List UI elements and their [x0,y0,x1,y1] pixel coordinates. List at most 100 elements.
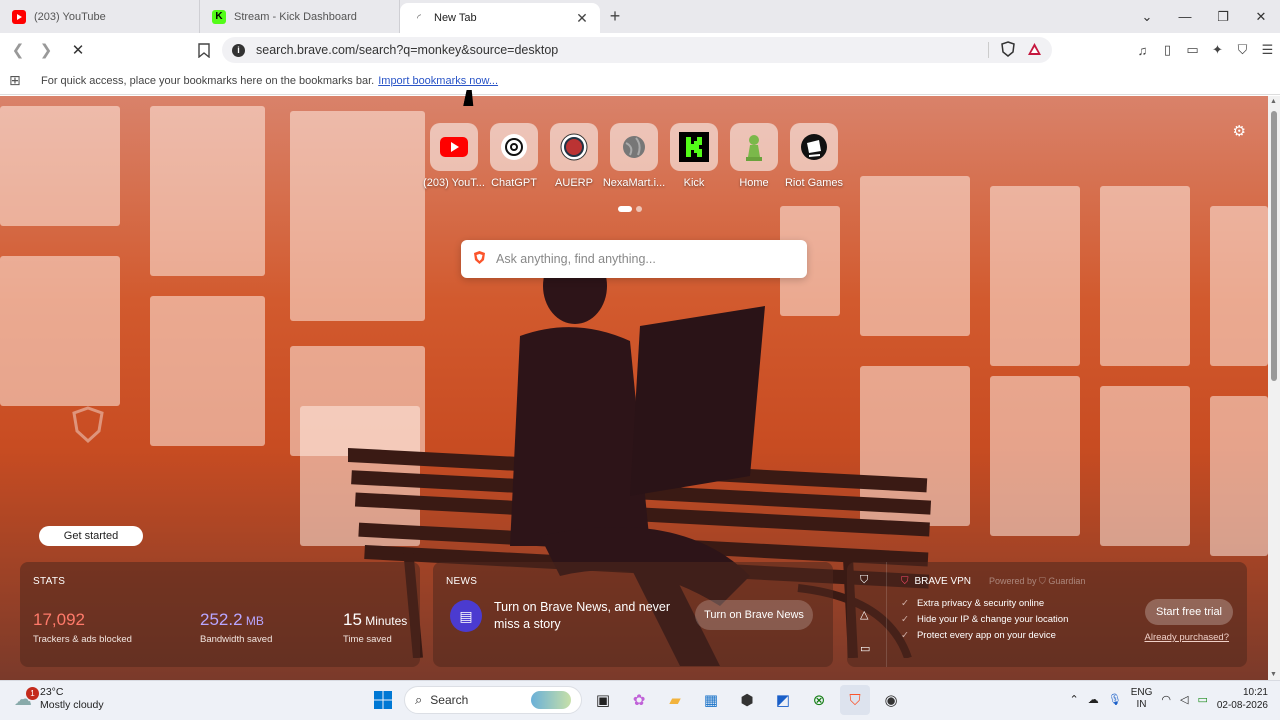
onedrive-icon[interactable]: ☁ [1088,693,1099,706]
rewards-tab-icon[interactable]: △ [860,608,868,621]
news-text: Turn on Brave News, and never miss a sto… [494,600,671,631]
address-url[interactable]: search.brave.com/search?q=monkey&source=… [256,43,988,57]
leo-ai-icon[interactable]: ✦ [1205,38,1230,63]
app-cube-icon[interactable]: ⬢ [732,685,762,715]
site-info-icon[interactable]: i [232,43,245,57]
divider [988,42,989,58]
lang-top: ENG [1130,687,1153,698]
trackers-stat: 17,092 Trackers & ads blocked [33,610,132,645]
shortcut-auerp[interactable]: AUERP [544,123,604,189]
tab-youtube[interactable]: (203) YouTube [0,0,200,33]
taskbar-search-input[interactable]: ⌕ Search [404,686,582,714]
microphone-icon[interactable]: 🎙︎ [1108,693,1122,706]
chess-pawn-icon [730,123,778,171]
import-bookmarks-link[interactable]: Import bookmarks now... [378,75,498,87]
wallet-icon[interactable]: ▭ [1180,38,1205,63]
copilot-icon[interactable]: ✿ [624,685,654,715]
app-red-dot-icon[interactable]: ◉ [876,685,906,715]
battery-icon[interactable]: ▭ [1197,693,1207,706]
scroll-down-icon[interactable]: ▼ [1270,671,1277,678]
stop-loading-icon[interactable]: ✕ [66,38,90,62]
media-icon[interactable]: ♫ [1130,38,1155,63]
pager-dot-active[interactable] [618,206,632,212]
brave-taskbar-icon[interactable]: ⛉ [840,685,870,715]
search-input[interactable]: Ask anything, find anything... [461,240,807,278]
bookmarks-bar: ⊞ For quick access, place your bookmarks… [0,67,1280,95]
powered-by-text: Powered by [989,576,1037,586]
shortcut-label: Home [739,177,769,189]
shortcut-home[interactable]: Home [724,123,784,189]
tab-close-icon[interactable]: ✕ [574,10,590,27]
tab-search-dropdown-icon[interactable]: ⌄ [1128,0,1166,33]
scrollbar-thumb[interactable] [1271,111,1277,381]
tab-new-tab[interactable]: ◜ New Tab ✕ [400,3,600,33]
loading-favicon-icon: ◜ [417,12,421,24]
start-free-trial-button[interactable]: Start free trial [1145,599,1233,625]
new-tab-page: (203) YouT... ChatGPT AUERP NexaMart.i..… [0,96,1268,680]
brave-shields-icon[interactable] [1001,40,1015,60]
pager-dot[interactable] [636,206,642,212]
promo-area [28,406,158,447]
chatgpt-icon [490,123,538,171]
tab-kick-dashboard[interactable]: K Stream - Kick Dashboard [200,0,400,33]
scroll-up-icon[interactable]: ▲ [1270,98,1277,105]
vpn-feature-text: Extra privacy & security online [916,598,1045,609]
shortcut-riot-games[interactable]: Riot Games [784,123,844,189]
sidebar-icon[interactable]: ▯ [1155,38,1180,63]
weather-widget[interactable]: ☁ 1 23°C Mostly cloudy [14,686,104,712]
weather-desc: Mostly cloudy [40,699,104,711]
vpn-feature: ✓ Hide your IP & change your location [901,614,1068,625]
vpn-logo-icon: ⛉ [901,576,909,587]
search-highlight-image [531,691,571,709]
shortcut-label: ChatGPT [491,177,537,189]
check-icon: ✓ [901,598,909,609]
vpn-tab-icon[interactable]: ⛉ [860,574,868,587]
menu-icon[interactable]: ☰ [1255,38,1280,63]
shortcut-nexamart[interactable]: NexaMart.i... [602,123,666,189]
weather-temp: 23°C [40,686,64,698]
background-panel [0,106,120,226]
talk-tab-icon[interactable]: ▭ [860,642,870,655]
page-scrollbar[interactable]: ▲ ▼ [1268,96,1280,680]
shortcut-kick[interactable]: Kick [664,123,724,189]
brave-rewards-icon[interactable] [1027,42,1042,59]
file-explorer-icon[interactable]: ▰ [660,685,690,715]
get-started-button[interactable]: Get started [39,526,143,546]
already-purchased-link[interactable]: Already purchased? [1145,632,1230,643]
back-arrow-icon[interactable]: ❮ [6,38,30,62]
turn-on-news-button[interactable]: Turn on Brave News [695,600,813,630]
check-icon: ✓ [901,630,909,641]
news-card: NEWS ▤ Turn on Brave News, and never mis… [433,562,833,667]
task-view-icon[interactable]: ▣ [588,685,618,715]
shortcut-chatgpt[interactable]: ChatGPT [484,123,544,189]
vpn-shield-icon[interactable]: ⛉ [1230,38,1255,63]
app-blue-icon[interactable]: ◩ [768,685,798,715]
vpn-features: ✓ Extra privacy & security online ✓ Hide y… [901,598,1068,646]
clock[interactable]: 10:21 02-08-2026 [1217,686,1268,712]
minimize-icon[interactable]: — [1166,0,1204,33]
language-indicator[interactable]: ENG IN [1131,687,1153,711]
windows-start-icon[interactable] [368,685,398,715]
tray-overflow-icon[interactable]: ⌃ [1070,693,1079,706]
settings-gear-icon[interactable]: ⚙ [1233,122,1246,140]
shortcut-label: NexaMart.i... [602,177,666,189]
bookmark-icon[interactable] [192,38,216,62]
kick-icon [670,123,718,171]
apps-grid-icon[interactable]: ⊞ [9,72,25,89]
clock-date: 02-08-2026 [1216,700,1268,711]
vpn-feature: ✓ Protect every app on your device [901,630,1068,641]
volume-icon[interactable]: ◁ [1180,693,1188,706]
vpn-feature-text: Hide your IP & change your location [916,614,1069,625]
xbox-icon[interactable]: ⊗ [804,685,834,715]
wifi-icon[interactable]: ◠ [1161,693,1171,706]
address-bar[interactable]: i search.brave.com/search?q=monkey&sourc… [222,37,1052,63]
restore-icon[interactable]: ❐ [1204,0,1242,33]
background-panel [1100,386,1190,546]
new-tab-button[interactable]: + [600,0,630,33]
microsoft-store-icon[interactable]: ▦ [696,685,726,715]
background-panel [1210,206,1268,366]
background-panel [990,376,1080,536]
forward-arrow-icon[interactable]: ❯ [34,38,58,62]
shortcut-youtube[interactable]: (203) YouT... [423,123,485,189]
close-window-icon[interactable]: ✕ [1242,0,1280,33]
